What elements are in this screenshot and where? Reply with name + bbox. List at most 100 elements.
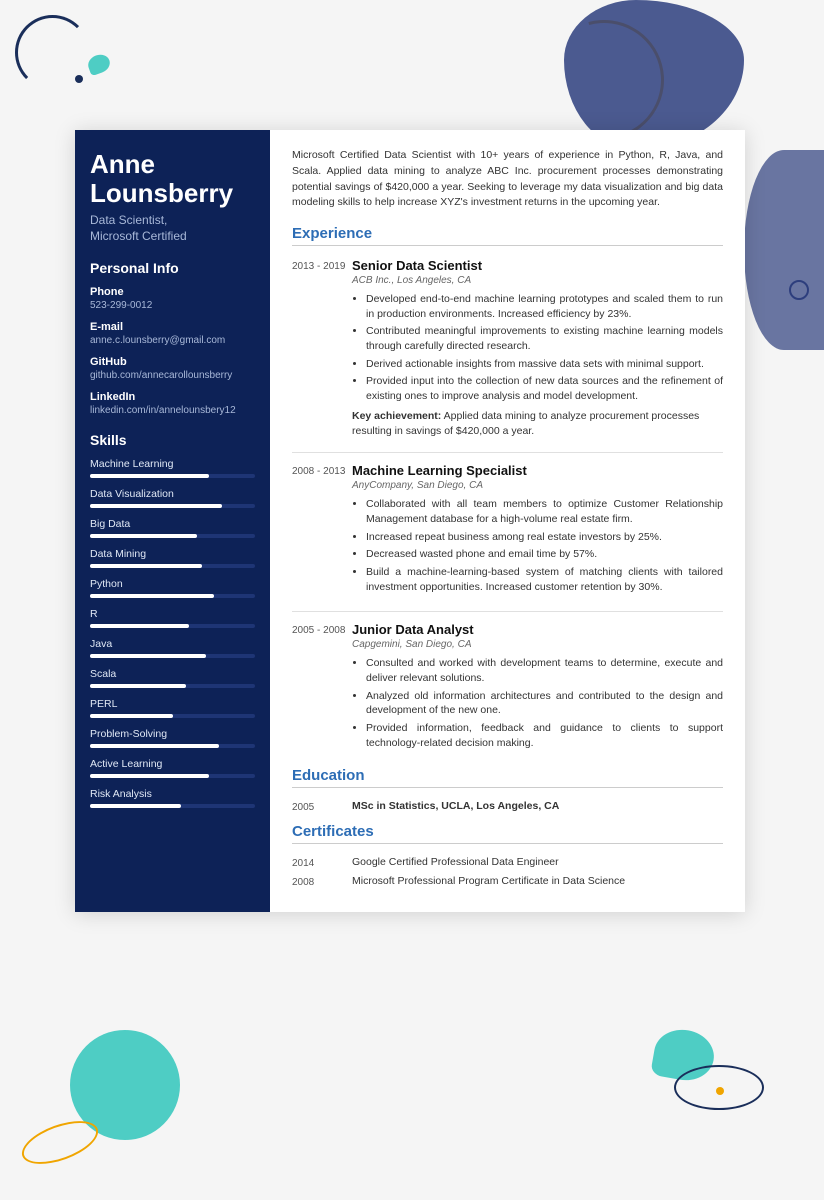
cert-entry: 2014 Google Certified Professional Data … [292, 856, 723, 869]
skill-bar-fill [90, 714, 173, 718]
skill-bar-bg [90, 474, 255, 478]
divider [292, 611, 723, 612]
exp-details: Junior Data Analyst Capgemini, San Diego… [352, 622, 723, 753]
bullet-item: Contributed meaningful improvements to e… [366, 324, 723, 353]
skill-bar-fill [90, 774, 209, 778]
deco-navy-blob-right [744, 150, 824, 350]
skill-item: Big Data [90, 518, 255, 538]
skills-header: Skills [90, 432, 255, 448]
skill-item: Scala [90, 668, 255, 688]
exp-date: 2008 - 2013 [292, 463, 352, 597]
bullet-item: Provided input into the collection of ne… [366, 374, 723, 403]
exp-bullets: Consulted and worked with development te… [352, 656, 723, 750]
exp-job-title: Machine Learning Specialist [352, 463, 723, 478]
bullet-item: Derived actionable insights from massive… [366, 357, 723, 372]
phone-value: 523-299-0012 [90, 300, 255, 311]
skill-name: Scala [90, 668, 255, 680]
skill-name: Python [90, 578, 255, 590]
skill-item: Machine Learning [90, 458, 255, 478]
edu-year: 2005 [292, 800, 352, 813]
exp-company: Capgemini, San Diego, CA [352, 639, 723, 650]
skill-name: R [90, 608, 255, 620]
skills-list: Machine Learning Data Visualization Big … [90, 458, 255, 808]
skill-bar-fill [90, 744, 219, 748]
skill-bar-fill [90, 804, 181, 808]
exp-date: 2013 - 2019 [292, 258, 352, 438]
skill-bar-bg [90, 624, 255, 628]
skill-item: Data Mining [90, 548, 255, 568]
bullet-item: Build a machine-learning-based system of… [366, 565, 723, 594]
exp-bullets: Developed end-to-end machine learning pr… [352, 292, 723, 404]
exp-details: Senior Data Scientist ACB Inc., Los Ange… [352, 258, 723, 438]
bullet-item: Analyzed old information architectures a… [366, 689, 723, 718]
main-content: Microsoft Certified Data Scientist with … [270, 130, 745, 912]
phone-item: Phone 523-299-0012 [90, 286, 255, 311]
bullet-item: Decreased wasted phone and email time by… [366, 547, 723, 562]
education-list: 2005 MSc in Statistics, UCLA, Los Angele… [292, 800, 723, 813]
skill-bar-fill [90, 624, 189, 628]
experience-section-title: Experience [292, 225, 723, 246]
skill-name: Data Visualization [90, 488, 255, 500]
github-label: GitHub [90, 356, 255, 368]
skill-bar-fill [90, 684, 186, 688]
linkedin-item: LinkedIn linkedin.com/in/annelounsbery12 [90, 391, 255, 416]
certificates-section-title: Certificates [292, 823, 723, 844]
skill-name: Data Mining [90, 548, 255, 560]
skill-item: Active Learning [90, 758, 255, 778]
education-section-title: Education [292, 767, 723, 788]
github-item: GitHub github.com/annecarollounsberry [90, 356, 255, 381]
exp-date: 2005 - 2008 [292, 622, 352, 753]
cert-name: Google Certified Professional Data Engin… [352, 856, 723, 869]
exp-job-title: Junior Data Analyst [352, 622, 723, 637]
skill-bar-fill [90, 534, 197, 538]
experience-entry: 2013 - 2019 Senior Data Scientist ACB In… [292, 258, 723, 438]
exp-job-title: Senior Data Scientist [352, 258, 723, 273]
cert-year: 2014 [292, 856, 352, 869]
bullet-item: Increased repeat business among real est… [366, 530, 723, 545]
skill-bar-fill [90, 594, 214, 598]
skill-bar-bg [90, 804, 255, 808]
skill-bar-bg [90, 594, 255, 598]
skill-bar-bg [90, 744, 255, 748]
cert-entry: 2008 Microsoft Professional Program Cert… [292, 875, 723, 888]
exp-bullets: Collaborated with all team members to op… [352, 497, 723, 594]
skill-bar-bg [90, 654, 255, 658]
exp-company: AnyCompany, San Diego, CA [352, 480, 723, 491]
skill-name: Risk Analysis [90, 788, 255, 800]
skill-bar-fill [90, 564, 202, 568]
skill-bar-bg [90, 564, 255, 568]
exp-details: Machine Learning Specialist AnyCompany, … [352, 463, 723, 597]
skill-name: Active Learning [90, 758, 255, 770]
email-label: E-mail [90, 321, 255, 333]
skill-item: Problem-Solving [90, 728, 255, 748]
edu-degree: MSc in Statistics, UCLA, Los Angeles, CA [352, 800, 723, 813]
linkedin-value: linkedin.com/in/annelounsbery12 [90, 405, 255, 416]
skill-item: R [90, 608, 255, 628]
cert-year: 2008 [292, 875, 352, 888]
name-section: Anne Lounsberry Data Scientist,Microsoft… [90, 150, 255, 244]
bullet-item: Developed end-to-end machine learning pr… [366, 292, 723, 321]
sidebar: Anne Lounsberry Data Scientist,Microsoft… [75, 130, 270, 912]
bullet-item: Collaborated with all team members to op… [366, 497, 723, 526]
candidate-name: Anne Lounsberry [90, 150, 255, 207]
github-value: github.com/annecarollounsberry [90, 370, 255, 381]
summary-text: Microsoft Certified Data Scientist with … [292, 148, 723, 211]
skill-item: Data Visualization [90, 488, 255, 508]
experience-list: 2013 - 2019 Senior Data Scientist ACB In… [292, 258, 723, 753]
skill-item: Risk Analysis [90, 788, 255, 808]
email-item: E-mail anne.c.lounsberry@gmail.com [90, 321, 255, 346]
job-title: Data Scientist,Microsoft Certified [90, 213, 255, 244]
linkedin-label: LinkedIn [90, 391, 255, 403]
skill-bar-bg [90, 504, 255, 508]
key-achievement: Key achievement: Applied data mining to … [352, 409, 723, 438]
certificates-list: 2014 Google Certified Professional Data … [292, 856, 723, 888]
bullet-item: Consulted and worked with development te… [366, 656, 723, 685]
skill-item: PERL [90, 698, 255, 718]
experience-entry: 2005 - 2008 Junior Data Analyst Capgemin… [292, 622, 723, 753]
skill-name: Machine Learning [90, 458, 255, 470]
skill-bar-fill [90, 474, 209, 478]
deco-navy-blob-top [564, 0, 744, 150]
skill-bar-fill [90, 504, 222, 508]
deco-blue-dot [75, 75, 83, 83]
phone-label: Phone [90, 286, 255, 298]
